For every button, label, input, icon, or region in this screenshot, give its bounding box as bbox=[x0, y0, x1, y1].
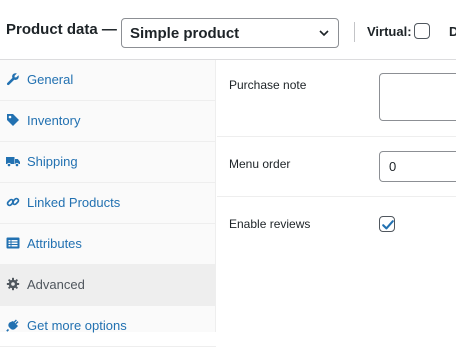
checkmark-icon bbox=[382, 220, 394, 230]
menu-order-input[interactable]: 0 bbox=[379, 151, 456, 182]
tab-inventory[interactable]: Inventory bbox=[0, 101, 216, 142]
gear-icon bbox=[6, 277, 20, 291]
enable-reviews-label: Enable reviews bbox=[229, 217, 311, 231]
link-icon bbox=[6, 197, 20, 207]
purchase-note-label: Purchase note bbox=[229, 78, 307, 92]
product-data-header: Product data — Simple product Virtual: D bbox=[0, 0, 456, 60]
product-data-title: Product data — bbox=[6, 21, 117, 38]
product-type-select[interactable]: Simple product bbox=[121, 18, 339, 48]
virtual-checkbox[interactable] bbox=[414, 23, 430, 39]
tag-icon bbox=[7, 114, 19, 126]
tab-get-more-options[interactable]: Get more options bbox=[0, 306, 216, 347]
row-divider bbox=[217, 196, 456, 197]
tab-general-label: General bbox=[27, 72, 74, 87]
tab-attributes[interactable]: Attributes bbox=[0, 224, 216, 265]
wrench-icon bbox=[6, 73, 19, 86]
chevron-down-icon bbox=[319, 30, 329, 37]
downloadable-label: D bbox=[449, 24, 456, 39]
tab-shipping[interactable]: Shipping bbox=[0, 142, 216, 183]
tab-linked-products-label: Linked Products bbox=[27, 195, 121, 210]
tab-general[interactable]: General bbox=[0, 60, 216, 101]
purchase-note-textarea[interactable] bbox=[379, 73, 456, 121]
list-icon bbox=[6, 237, 20, 249]
header-divider bbox=[354, 22, 355, 42]
tab-attributes-label: Attributes bbox=[27, 236, 82, 251]
tab-advanced[interactable]: Advanced bbox=[0, 265, 216, 306]
row-divider bbox=[217, 136, 456, 137]
enable-reviews-checkbox[interactable] bbox=[379, 216, 395, 232]
virtual-label: Virtual: bbox=[367, 24, 412, 39]
product-data-tabs: General Inventory Shipping Linked Produc… bbox=[0, 60, 216, 347]
truck-icon bbox=[6, 157, 20, 168]
menu-order-label: Menu order bbox=[229, 157, 291, 171]
plugin-icon bbox=[6, 319, 19, 332]
tab-shipping-label: Shipping bbox=[27, 154, 78, 169]
product-type-value: Simple product bbox=[130, 25, 240, 42]
tab-advanced-label: Advanced bbox=[27, 277, 85, 292]
tab-get-more-options-label: Get more options bbox=[27, 318, 127, 333]
advanced-options-panel: Purchase note Menu order 0 Enable review… bbox=[217, 60, 456, 332]
tab-linked-products[interactable]: Linked Products bbox=[0, 183, 216, 224]
tab-inventory-label: Inventory bbox=[27, 113, 81, 128]
